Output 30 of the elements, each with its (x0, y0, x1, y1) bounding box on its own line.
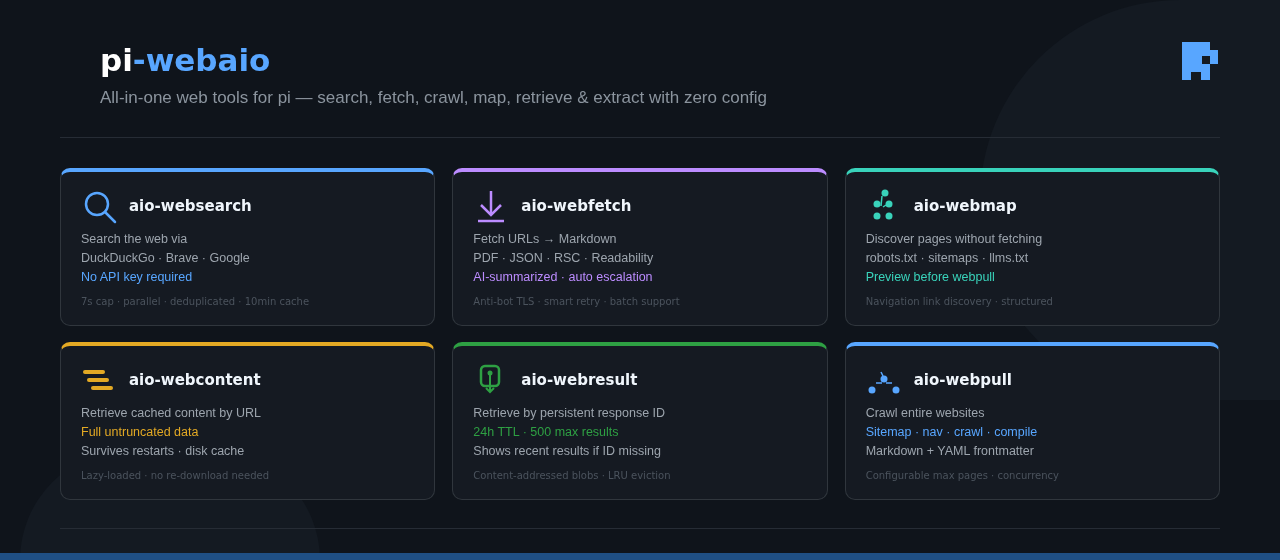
highlight-text: No API key required (81, 269, 194, 286)
page-title: pi-webaio (100, 41, 271, 80)
description-text: Shows recent results if ID missing (473, 443, 662, 460)
highlight-text: 24h TTL · 500 max results (473, 424, 620, 441)
description-text: Retrieve by persistent response ID (473, 405, 667, 422)
description-text: Crawl entire websites (865, 405, 986, 422)
highlight-text: AI-summarized · auto escalation (473, 269, 654, 286)
description-text: Search the web via (81, 231, 189, 248)
description-text: DuckDuckGo · Brave · Google (81, 250, 251, 267)
description-text: Markdown + YAML frontmatter (865, 443, 1035, 460)
description-text: PDF · JSON · RSC · Readability (473, 250, 655, 267)
feature-note: Configurable max pages · concurrency (865, 470, 1060, 481)
feature-note: Content-addressed blobs · LRU eviction (473, 470, 672, 481)
description-text: Discover pages without fetching (865, 231, 1044, 248)
description-text: robots.txt · sitemaps · llms.txt (865, 250, 1030, 267)
tool-name: aio-webresult (521, 371, 638, 389)
highlight-text: Sitemap · nav · crawl · compile (865, 424, 1039, 441)
description-text: Fetch URLs → Markdown (473, 231, 618, 248)
subtitle: All-in-one web tools for pi — search, fetch, crawl, map, retrieve & extract with zero config (100, 88, 768, 108)
highlight-text: Full untruncated data (81, 424, 200, 441)
highlight-text: Preview before webpull (865, 269, 996, 286)
tool-name: aio-webmap (913, 197, 1017, 215)
tool-name: aio-webfetch (521, 197, 632, 215)
feature-note: Anti-bot TLS · smart retry · batch support (473, 296, 681, 307)
tool-name: aio-websearch (129, 197, 252, 215)
description-text: Survives restarts · disk cache (81, 443, 246, 460)
logo-icon (1182, 42, 1220, 80)
description-text: Retrieve cached content by URL (81, 405, 262, 422)
tool-name: aio-webpull (913, 371, 1012, 389)
tool-name: aio-webcontent (129, 371, 261, 389)
